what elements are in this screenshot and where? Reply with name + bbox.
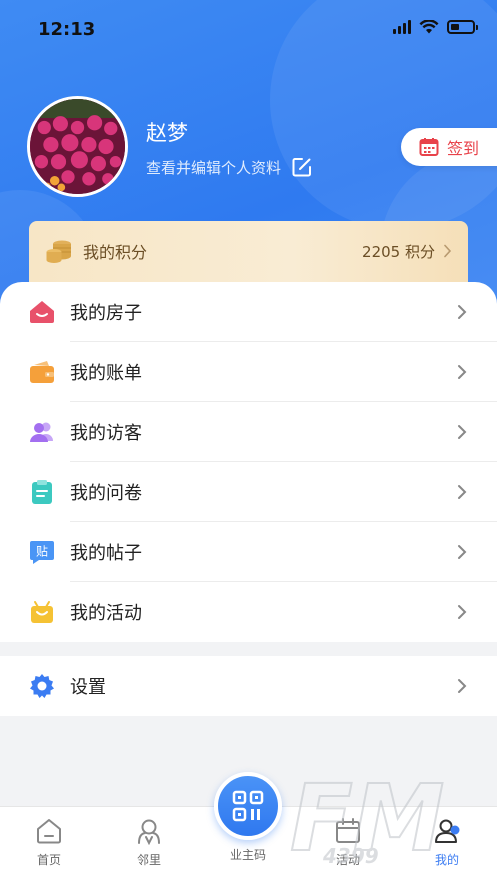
chevron-right-icon bbox=[444, 244, 452, 258]
chevron-right-icon bbox=[458, 425, 467, 439]
tab-label: 业主码 bbox=[229, 848, 266, 862]
menu-item-label: 我的房子 bbox=[70, 303, 142, 324]
owner-code-button[interactable] bbox=[214, 772, 282, 840]
menu-item-my-visitors[interactable]: 我的访客 bbox=[0, 402, 497, 462]
menu-item-my-surveys[interactable]: 我的问卷 bbox=[0, 462, 497, 522]
checkin-button[interactable]: 签到 bbox=[401, 128, 497, 166]
menu-item-my-posts[interactable]: 贴 我的帖子 bbox=[0, 522, 497, 582]
tab-owner-code[interactable]: 业主码 bbox=[208, 772, 288, 883]
settings-section: 设置 bbox=[0, 656, 497, 716]
chevron-right-icon bbox=[458, 365, 467, 379]
activity-tab-icon bbox=[336, 818, 360, 843]
battery-icon bbox=[447, 20, 478, 34]
tab-label: 我的 bbox=[434, 853, 459, 867]
calendar-icon bbox=[419, 138, 439, 156]
activity-icon bbox=[31, 601, 53, 623]
house-icon bbox=[30, 301, 54, 323]
avatar-image bbox=[30, 99, 125, 194]
status-time: 12:13 bbox=[38, 19, 96, 40]
visitors-icon bbox=[30, 422, 53, 442]
qr-code-icon bbox=[232, 790, 264, 822]
home-icon bbox=[37, 819, 61, 844]
tab-label: 首页 bbox=[36, 853, 61, 867]
chevron-right-icon bbox=[458, 679, 467, 693]
wifi-icon bbox=[419, 20, 439, 34]
settings-label: 设置 bbox=[70, 677, 106, 698]
post-icon: 贴 bbox=[30, 541, 54, 564]
menu-item-label: 我的活动 bbox=[70, 603, 142, 624]
menu-item-my-bills[interactable]: 我的账单 bbox=[0, 342, 497, 402]
tab-label: 活动 bbox=[335, 853, 360, 867]
menu-item-label: 我的问卷 bbox=[70, 483, 142, 504]
menu-item-my-house[interactable]: 我的房子 bbox=[0, 282, 497, 342]
tab-activities[interactable]: 活动 bbox=[308, 807, 388, 883]
menu-item-label: 我的访客 bbox=[70, 423, 142, 444]
profile-icon bbox=[435, 819, 460, 843]
post-icon-glyph: 贴 bbox=[36, 545, 48, 559]
edit-icon bbox=[292, 158, 312, 177]
chevron-right-icon bbox=[458, 305, 467, 319]
user-name: 赵梦 bbox=[146, 121, 188, 145]
menu-item-label: 我的帖子 bbox=[70, 543, 142, 564]
tab-neighbors[interactable]: 邻里 bbox=[109, 807, 189, 883]
gear-icon bbox=[30, 674, 54, 698]
cellular-signal-icon bbox=[393, 20, 411, 34]
menu-item-my-activities[interactable]: 我的活动 bbox=[0, 582, 497, 642]
tab-label: 邻里 bbox=[136, 853, 161, 867]
coins-icon bbox=[46, 240, 71, 263]
tab-home[interactable]: 首页 bbox=[9, 807, 89, 883]
wallet-icon bbox=[30, 361, 54, 383]
chevron-right-icon bbox=[458, 605, 467, 619]
chevron-right-icon bbox=[458, 485, 467, 499]
avatar[interactable] bbox=[27, 96, 128, 197]
menu-item-label: 我的账单 bbox=[70, 363, 142, 384]
edit-profile-label: 查看并编辑个人资料 bbox=[146, 158, 282, 177]
tab-profile[interactable]: 我的 bbox=[407, 807, 487, 883]
points-label: 我的积分 bbox=[83, 243, 148, 262]
status-bar: 12:13 bbox=[0, 0, 497, 60]
points-value: 2205 积分 bbox=[362, 241, 452, 262]
chevron-right-icon bbox=[458, 545, 467, 559]
clipboard-icon bbox=[32, 480, 52, 504]
neighbors-icon bbox=[138, 819, 160, 845]
edit-profile-link[interactable]: 查看并编辑个人资料 bbox=[146, 156, 313, 178]
checkin-label: 签到 bbox=[447, 139, 480, 158]
menu-item-settings[interactable]: 设置 bbox=[0, 656, 497, 716]
menu-list: 我的房子 我的账单 我的访客 我的问卷 贴 我的帖子 我的活动 bbox=[0, 282, 497, 642]
points-amount: 2205 积分 bbox=[362, 242, 435, 261]
